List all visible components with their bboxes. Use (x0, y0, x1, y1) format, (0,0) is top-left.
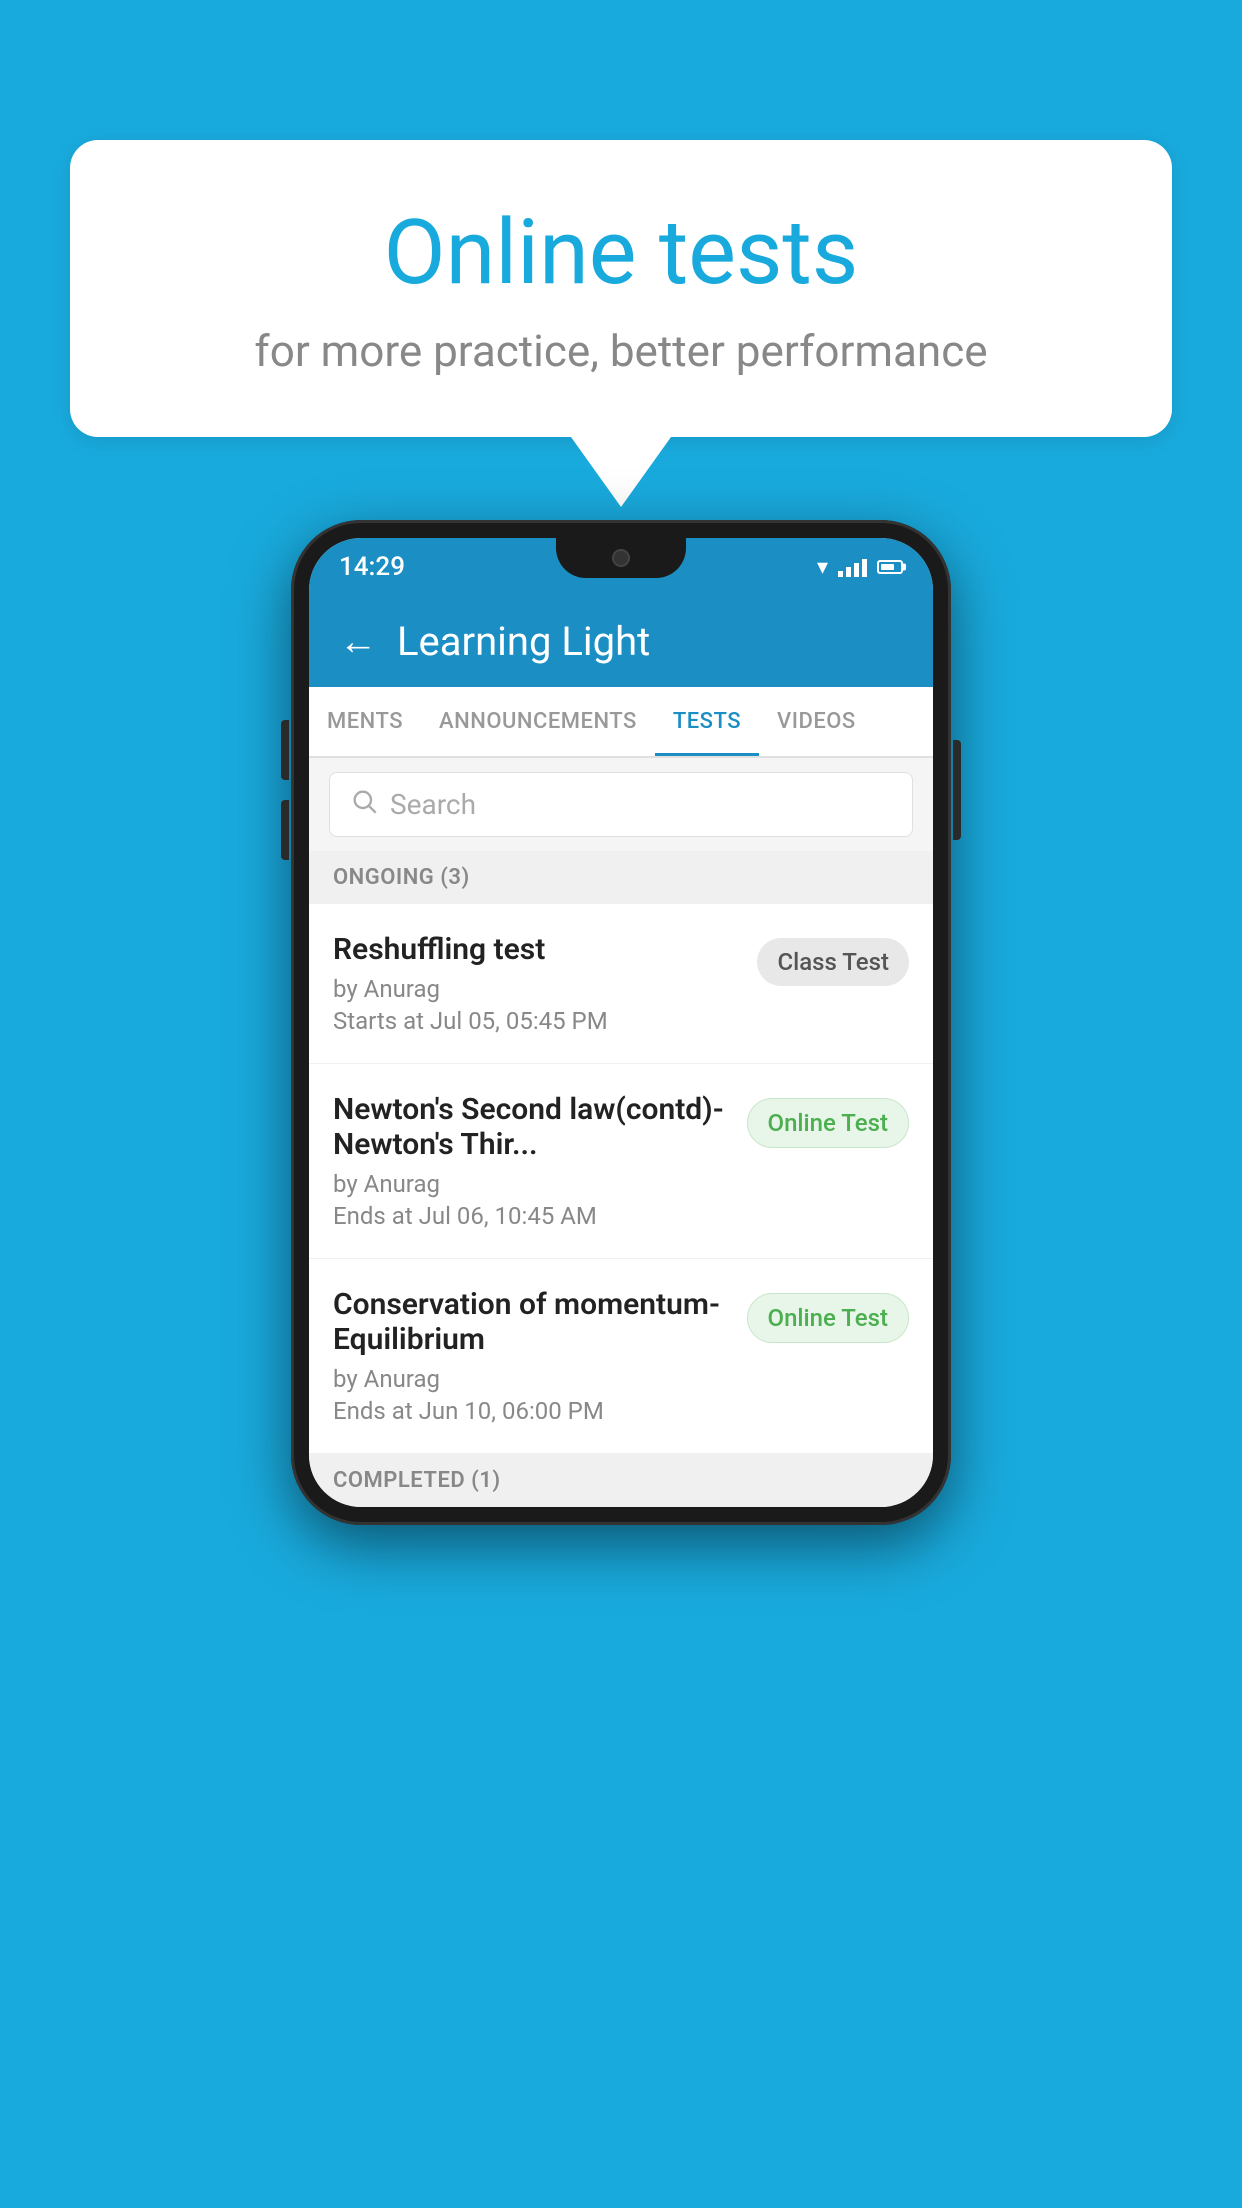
tab-announcements[interactable]: ANNOUNCEMENTS (421, 687, 655, 756)
back-button[interactable]: ← (339, 623, 377, 661)
wifi-icon: ▾ (817, 555, 828, 580)
test-author: by Anurag (333, 1170, 733, 1198)
completed-section-label: COMPLETED (1) (309, 1454, 933, 1507)
test-author: by Anurag (333, 1365, 733, 1393)
test-author: by Anurag (333, 975, 743, 1003)
search-icon (350, 787, 378, 822)
search-box[interactable]: Search (329, 772, 913, 837)
test-name: Conservation of momentum-Equilibrium (333, 1287, 733, 1357)
phone-container: 14:29 ▾ (291, 520, 951, 1525)
test-badge: Class Test (757, 938, 909, 986)
tab-ments[interactable]: MENTS (309, 687, 421, 756)
app-header: ← Learning Light (309, 596, 933, 687)
volume-down-button (281, 800, 289, 860)
speech-bubble-container: Online tests for more practice, better p… (70, 140, 1172, 507)
battery-icon (877, 560, 903, 574)
test-date: Ends at Jul 06, 10:45 AM (333, 1202, 733, 1230)
status-time: 14:29 (339, 552, 405, 582)
test-item[interactable]: Conservation of momentum-Equilibrium by … (309, 1259, 933, 1454)
tab-tests[interactable]: TESTS (655, 687, 759, 756)
speech-bubble-title: Online tests (150, 200, 1092, 305)
test-badge: Online Test (747, 1098, 909, 1148)
test-name: Reshuffling test (333, 932, 743, 967)
test-date: Starts at Jul 05, 05:45 PM (333, 1007, 743, 1035)
signal-icon (838, 557, 867, 577)
front-camera (612, 549, 630, 567)
test-badge: Online Test (747, 1293, 909, 1343)
test-info: Reshuffling test by Anurag Starts at Jul… (333, 932, 757, 1035)
tabs-bar: MENTS ANNOUNCEMENTS TESTS VIDEOS (309, 687, 933, 758)
status-bar: 14:29 ▾ (309, 538, 933, 596)
tab-videos[interactable]: VIDEOS (759, 687, 874, 756)
speech-bubble-arrow (571, 437, 671, 507)
status-icons: ▾ (817, 555, 903, 580)
power-button (953, 740, 961, 840)
test-date: Ends at Jun 10, 06:00 PM (333, 1397, 733, 1425)
app-title: Learning Light (397, 618, 650, 665)
test-item[interactable]: Newton's Second law(contd)-Newton's Thir… (309, 1064, 933, 1259)
test-info: Conservation of momentum-Equilibrium by … (333, 1287, 747, 1425)
phone-frame: 14:29 ▾ (291, 520, 951, 1525)
test-item[interactable]: Reshuffling test by Anurag Starts at Jul… (309, 904, 933, 1064)
test-name: Newton's Second law(contd)-Newton's Thir… (333, 1092, 733, 1162)
speech-bubble: Online tests for more practice, better p… (70, 140, 1172, 437)
phone-screen: 14:29 ▾ (309, 538, 933, 1507)
phone-notch (556, 538, 686, 578)
search-placeholder: Search (390, 788, 476, 821)
volume-up-button (281, 720, 289, 780)
ongoing-section-label: ONGOING (3) (309, 851, 933, 904)
speech-bubble-subtitle: for more practice, better performance (150, 325, 1092, 377)
test-info: Newton's Second law(contd)-Newton's Thir… (333, 1092, 747, 1230)
search-container: Search (309, 758, 933, 851)
